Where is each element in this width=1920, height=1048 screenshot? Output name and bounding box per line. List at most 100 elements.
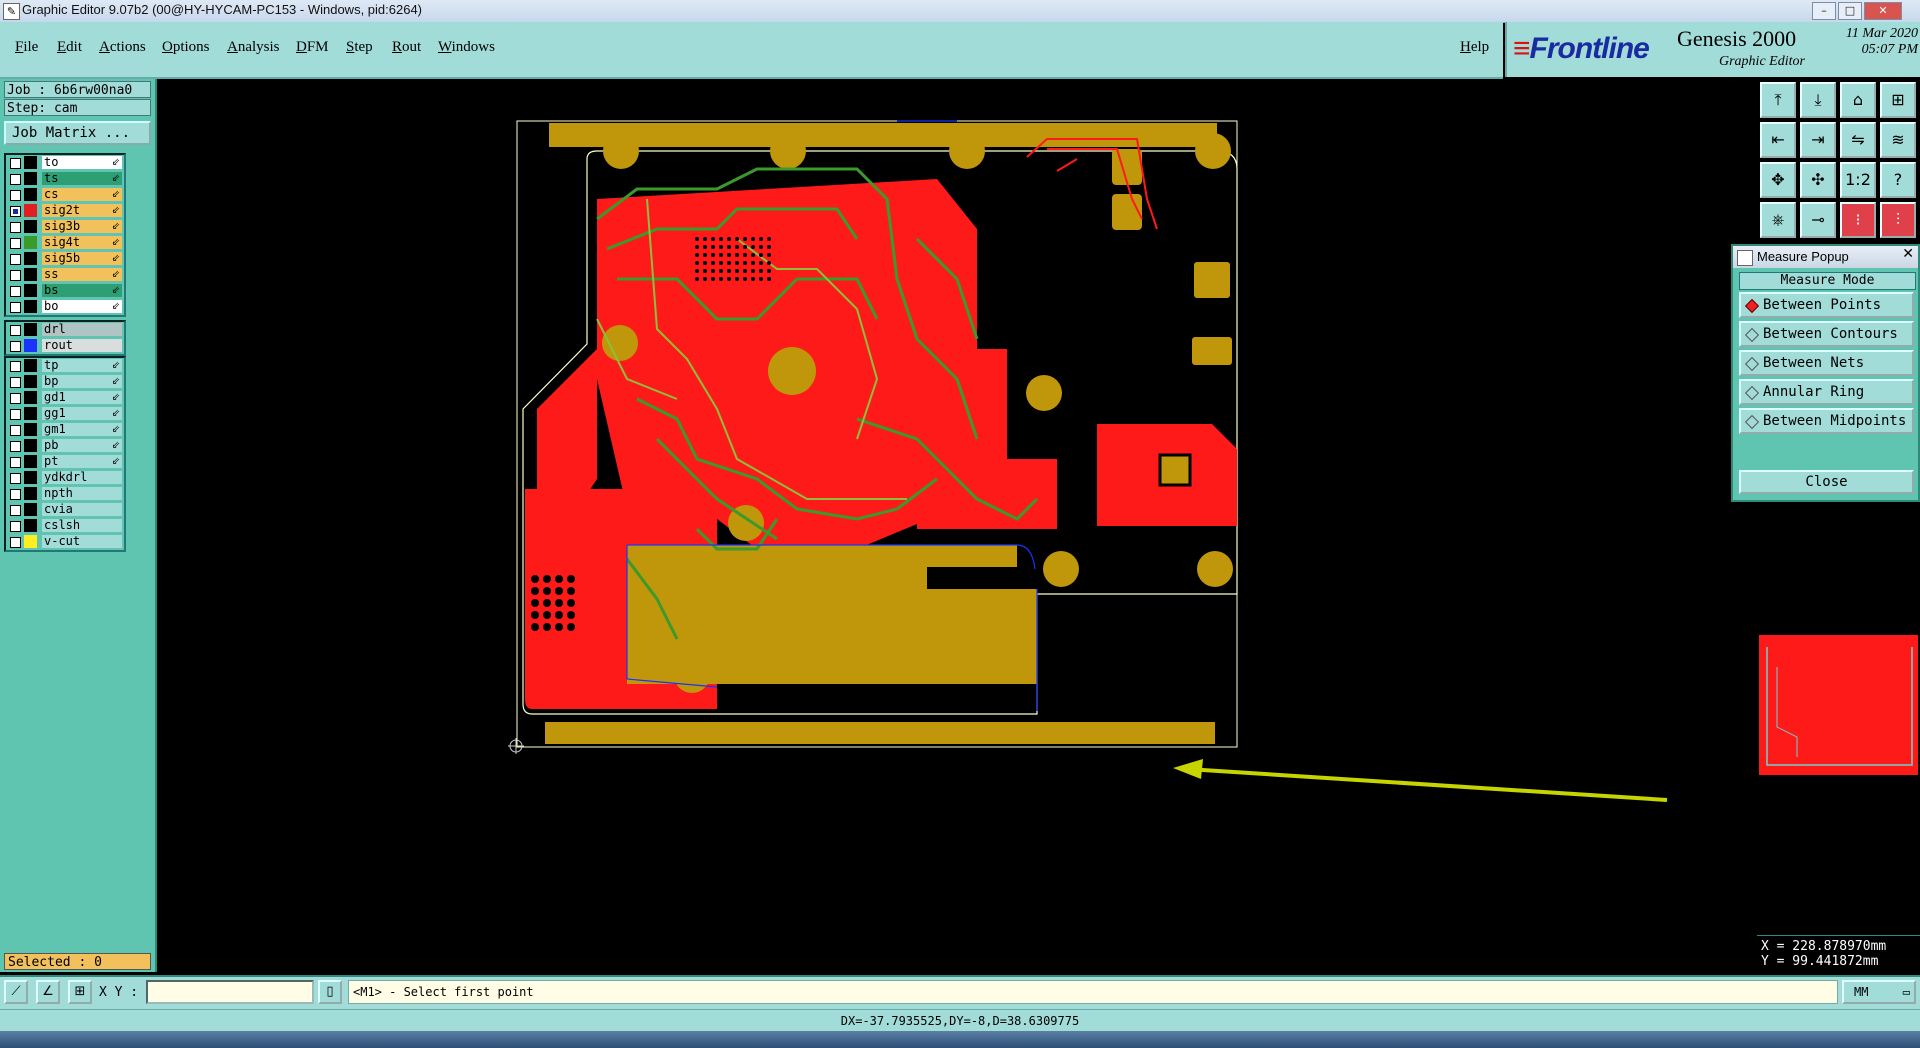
menu-step[interactable]: Step <box>346 39 373 56</box>
menu-help[interactable]: Help <box>1460 39 1489 56</box>
layer-checkbox[interactable] <box>10 341 21 352</box>
option-annular-ring[interactable]: Annular Ring <box>1739 379 1914 405</box>
close-icon[interactable]: ✕ <box>1902 246 1914 262</box>
snap-icon[interactable]: ⎈ <box>1760 202 1796 238</box>
layer-color-swatch[interactable] <box>24 204 37 217</box>
layer-name[interactable]: sig5b ⇙ <box>42 252 122 265</box>
layer-name[interactable]: rout <box>42 339 122 352</box>
layer-name[interactable]: cs ⇙ <box>42 188 122 201</box>
menu-dfm[interactable]: DFM <box>296 39 329 56</box>
layer-checkbox[interactable] <box>10 190 21 201</box>
layer-color-swatch[interactable] <box>24 284 37 297</box>
units-selector[interactable]: MM ▭ <box>1842 980 1916 1004</box>
layer-row-sig2t[interactable]: sig2t ⇙ <box>6 203 124 219</box>
layer-checkbox[interactable] <box>10 457 21 468</box>
layer-checkbox[interactable] <box>10 270 21 281</box>
layer-row-pt[interactable]: pt ⇙ <box>6 454 124 470</box>
layer-color-swatch[interactable] <box>24 407 37 420</box>
layer-checkbox[interactable] <box>10 409 21 420</box>
info-icon[interactable]: ▯ <box>318 980 342 1004</box>
pan-left-icon[interactable]: ⇤ <box>1760 122 1796 158</box>
fit-page-icon[interactable]: ✣ <box>1800 162 1836 198</box>
menu-rout[interactable]: Rout <box>392 39 421 56</box>
layer-row-tp[interactable]: tp ⇙ <box>6 358 124 374</box>
menu-analysis[interactable]: Analysis <box>227 39 280 56</box>
layer-name[interactable]: ydkdrl <box>42 471 122 484</box>
layer-checkbox[interactable] <box>10 537 21 548</box>
layer-row-sig4t[interactable]: sig4t ⇙ <box>6 235 124 251</box>
layer-name[interactable]: ts ⇙ <box>42 172 122 185</box>
layer-color-swatch[interactable] <box>24 300 37 313</box>
redraw-icon[interactable]: ≋ <box>1880 122 1916 158</box>
layer-row-sig5b[interactable]: sig5b ⇙ <box>6 251 124 267</box>
layer-color-swatch[interactable] <box>24 535 37 548</box>
layer-row-cslsh[interactable]: cslsh <box>6 518 124 534</box>
layer-row-to[interactable]: to ⇙ <box>6 155 124 171</box>
layer-name[interactable]: v-cut <box>42 535 122 548</box>
layer-name[interactable]: pt ⇙ <box>42 455 122 468</box>
layer-name[interactable]: sig2t ⇙ <box>42 204 122 217</box>
close-window-button[interactable]: ✕ <box>1864 2 1902 20</box>
layer-row-cs[interactable]: cs ⇙ <box>6 187 124 203</box>
layer-checkbox[interactable] <box>10 377 21 388</box>
option-between-contours[interactable]: Between Contours <box>1739 321 1914 347</box>
probe-icon[interactable]: ⊸ <box>1800 202 1836 238</box>
layer-row-rout[interactable]: rout <box>6 338 124 354</box>
menu-actions[interactable]: Actions <box>99 39 146 56</box>
pan-right-icon[interactable]: ⇥ <box>1800 122 1836 158</box>
layer-checkbox[interactable] <box>10 473 21 484</box>
layer-name[interactable]: pb ⇙ <box>42 439 122 452</box>
zoom-home-icon[interactable]: ⤒ <box>1760 82 1796 118</box>
flip-icon[interactable]: ⇋ <box>1840 122 1876 158</box>
layer-row-sig3b[interactable]: sig3b ⇙ <box>6 219 124 235</box>
layer-name[interactable]: ss ⇙ <box>42 268 122 281</box>
layer-color-swatch[interactable] <box>24 172 37 185</box>
snap-grid-icon[interactable]: ⟋ <box>4 980 28 1004</box>
layer-checkbox[interactable] <box>10 393 21 404</box>
option-between-nets[interactable]: Between Nets <box>1739 350 1914 376</box>
angle-icon[interactable]: ∠ <box>36 980 60 1004</box>
menu-edit[interactable]: Edit <box>57 39 82 56</box>
layer-row-cvia[interactable]: cvia <box>6 502 124 518</box>
layer-checkbox[interactable] <box>10 425 21 436</box>
layer-color-swatch[interactable] <box>24 156 37 169</box>
fit-window-icon[interactable]: ✥ <box>1760 162 1796 198</box>
layer-row-ts[interactable]: ts ⇙ <box>6 171 124 187</box>
layer-row-bo[interactable]: bo ⇙ <box>6 299 124 315</box>
layer-row-pb[interactable]: pb ⇙ <box>6 438 124 454</box>
layer-color-swatch[interactable] <box>24 236 37 249</box>
layer-checkbox[interactable] <box>10 238 21 249</box>
measure-icon[interactable]: ⫶ <box>1880 202 1916 238</box>
option-between-points[interactable]: Between Points <box>1739 292 1914 318</box>
layer-checkbox[interactable] <box>10 325 21 336</box>
home-icon[interactable]: ⌂ <box>1840 82 1876 118</box>
scale-icon[interactable]: 1:2 <box>1840 162 1876 198</box>
grid-toggle-icon[interactable]: ⊞ <box>68 980 92 1004</box>
menu-options[interactable]: Options <box>162 39 210 56</box>
layer-name[interactable]: to ⇙ <box>42 156 122 169</box>
zoom-in-icon[interactable]: ⤓ <box>1800 82 1836 118</box>
measure-close-button[interactable]: Close <box>1739 470 1914 494</box>
layer-row-gd1[interactable]: gd1 ⇙ <box>6 390 124 406</box>
layer-row-gm1[interactable]: gm1 ⇙ <box>6 422 124 438</box>
layer-color-swatch[interactable] <box>24 455 37 468</box>
layer-name[interactable]: bo ⇙ <box>42 300 122 313</box>
layer-checkbox[interactable] <box>10 286 21 297</box>
layer-row-bs[interactable]: bs ⇙ <box>6 283 124 299</box>
layer-color-swatch[interactable] <box>24 323 37 336</box>
layer-color-swatch[interactable] <box>24 439 37 452</box>
layer-color-swatch[interactable] <box>24 375 37 388</box>
layer-name[interactable]: bp ⇙ <box>42 375 122 388</box>
layer-row-npth[interactable]: npth <box>6 486 124 502</box>
layer-name[interactable]: npth <box>42 487 122 500</box>
menu-windows[interactable]: Windows <box>438 39 495 56</box>
layer-name[interactable]: gg1 ⇙ <box>42 407 122 420</box>
layer-checkbox[interactable] <box>10 222 21 233</box>
layer-color-swatch[interactable] <box>24 268 37 281</box>
grid-icon[interactable]: ⊞ <box>1880 82 1916 118</box>
layer-name[interactable]: sig3b ⇙ <box>42 220 122 233</box>
net-icon[interactable]: ⁝ <box>1840 202 1876 238</box>
layer-row-bp[interactable]: bp ⇙ <box>6 374 124 390</box>
layer-color-swatch[interactable] <box>24 339 37 352</box>
layer-checkbox[interactable] <box>10 174 21 185</box>
